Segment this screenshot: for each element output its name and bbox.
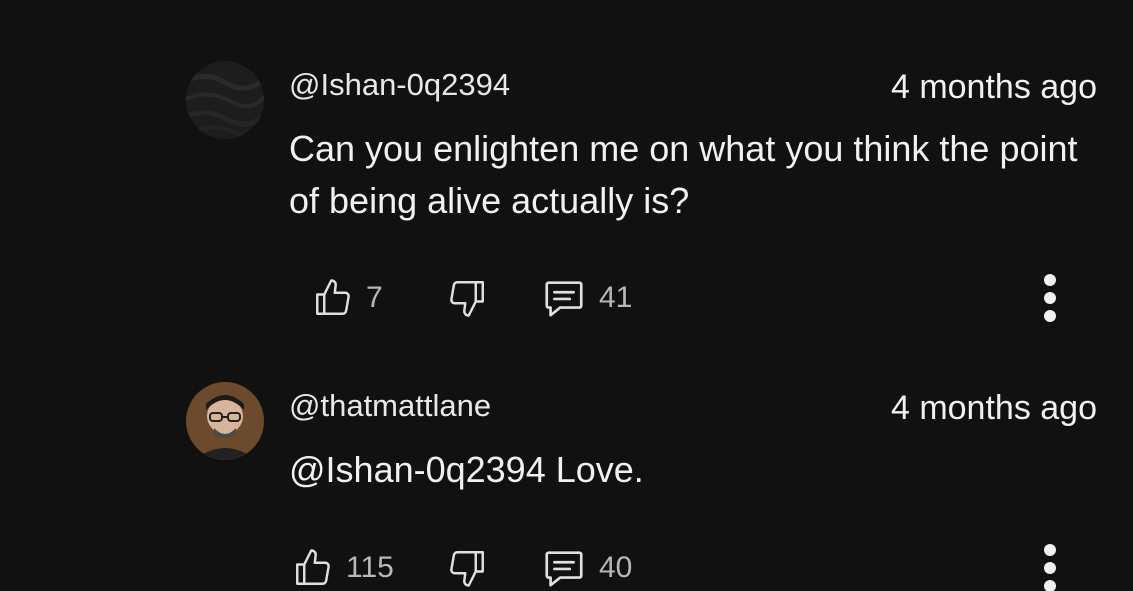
reply-count: 40 bbox=[599, 551, 633, 584]
more-options-button[interactable] bbox=[1026, 268, 1074, 328]
more-vertical-icon-dot bbox=[1044, 292, 1056, 304]
thumbs-down-icon bbox=[450, 551, 484, 587]
thumbs-up-icon bbox=[316, 279, 350, 315]
thumbs-down-icon bbox=[450, 281, 484, 317]
more-vertical-icon-dot bbox=[1044, 562, 1056, 574]
reply-button[interactable]: 40 bbox=[541, 538, 632, 591]
comment-actions: 7 41 bbox=[0, 268, 1133, 328]
comment-author[interactable]: @thatmattlane bbox=[289, 388, 491, 424]
like-button[interactable]: 7 bbox=[312, 268, 383, 328]
thumbs-up-icon bbox=[296, 549, 330, 585]
comment-item: @Ishan-0q2394 4 months ago Can you enlig… bbox=[0, 0, 1133, 340]
reply-count: 41 bbox=[599, 281, 633, 314]
comment-author[interactable]: @Ishan-0q2394 bbox=[289, 67, 510, 103]
dislike-button[interactable] bbox=[446, 538, 488, 591]
comment-actions: 115 40 bbox=[0, 538, 1133, 591]
reply-button[interactable]: 41 bbox=[541, 268, 632, 328]
more-vertical-icon bbox=[1044, 274, 1056, 286]
avatar[interactable] bbox=[186, 61, 264, 139]
like-count: 115 bbox=[346, 551, 394, 584]
more-vertical-icon-dot bbox=[1044, 310, 1056, 322]
comment-icon bbox=[545, 281, 583, 317]
dislike-button[interactable] bbox=[446, 268, 488, 328]
more-vertical-icon-dot bbox=[1044, 580, 1056, 591]
comment-timestamp: 4 months ago bbox=[890, 68, 1097, 106]
dark-texture-avatar-icon bbox=[186, 61, 264, 139]
like-button[interactable]: 115 bbox=[292, 538, 394, 591]
avatar[interactable] bbox=[186, 382, 264, 460]
more-vertical-icon bbox=[1044, 544, 1056, 556]
comment-text: @Ishan-0q2394 Love. bbox=[289, 449, 644, 490]
comments-screen: @Ishan-0q2394 4 months ago Can you enlig… bbox=[0, 0, 1133, 591]
person-with-glasses-avatar-icon bbox=[186, 382, 264, 460]
comment-timestamp: 4 months ago bbox=[890, 389, 1097, 427]
comment-text: Can you enlighten me on what you think t… bbox=[289, 128, 1078, 221]
comment-icon bbox=[545, 551, 583, 587]
like-count: 7 bbox=[366, 281, 383, 314]
more-options-button[interactable] bbox=[1026, 538, 1074, 591]
